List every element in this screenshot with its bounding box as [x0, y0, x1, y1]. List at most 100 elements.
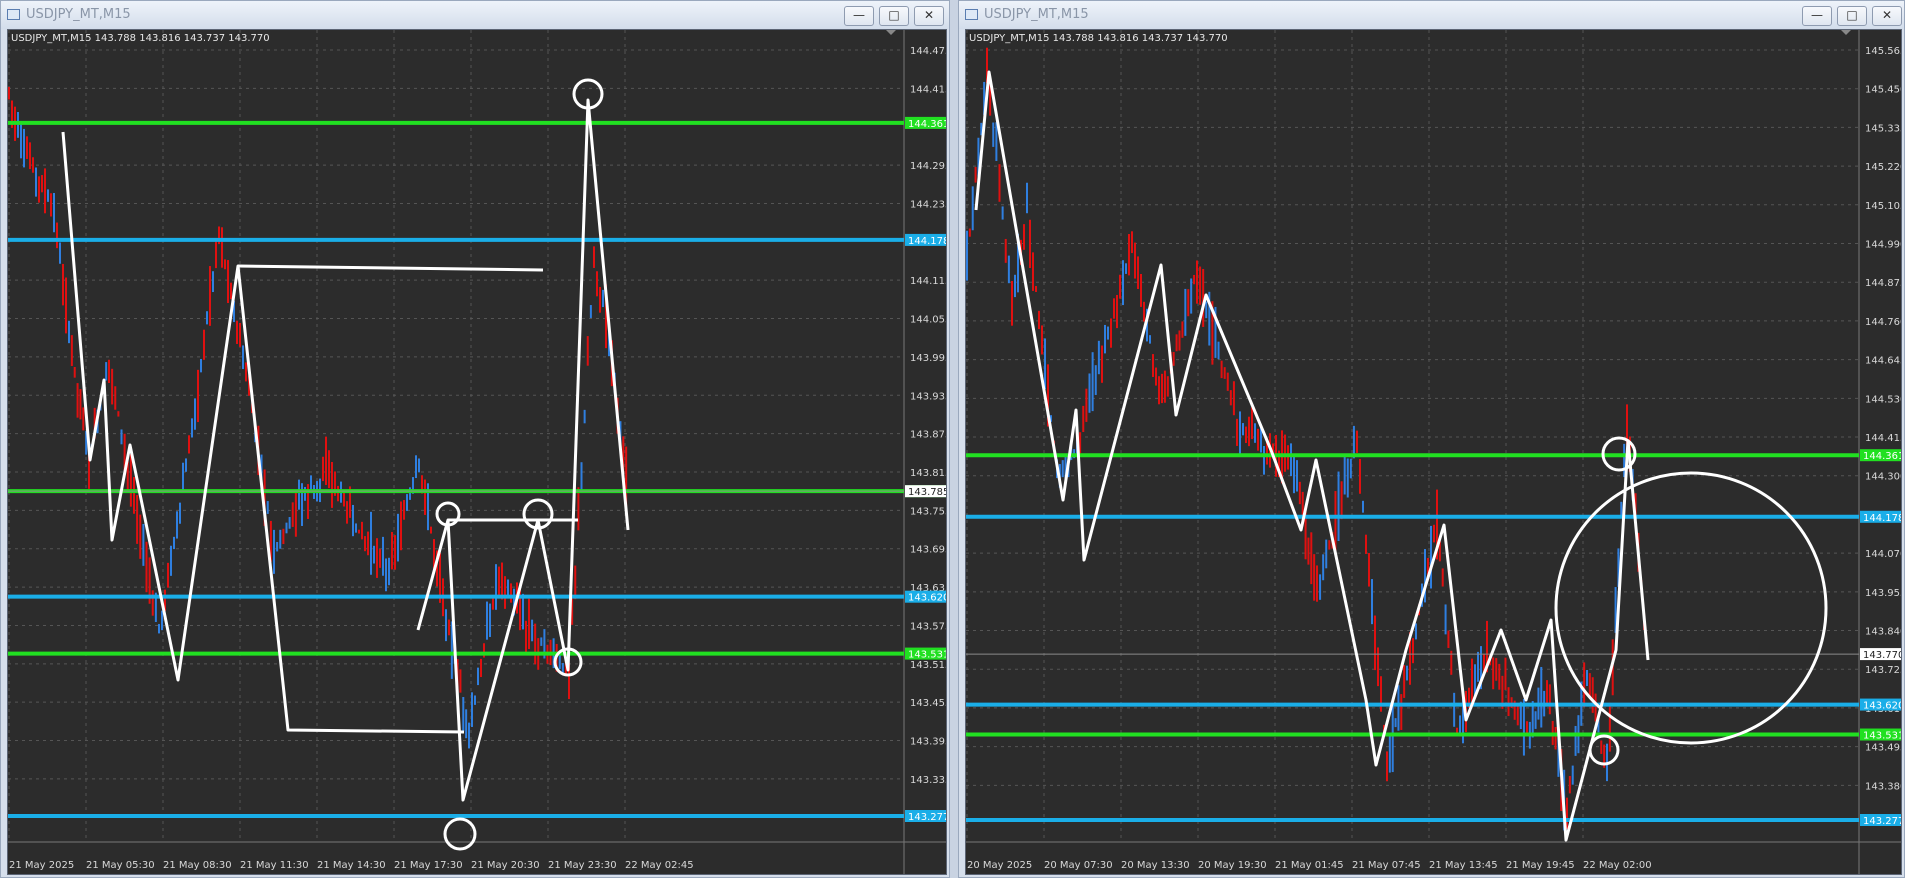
candlestick	[501, 562, 503, 600]
candlestick	[448, 619, 450, 636]
time-axis-label: 21 May 19:45	[1506, 860, 1575, 871]
minimize-button[interactable]: —	[844, 6, 874, 26]
candlestick	[1433, 524, 1435, 543]
candlestick	[1568, 776, 1571, 794]
candlestick	[391, 531, 393, 570]
candlestick	[459, 669, 462, 693]
candlestick	[602, 289, 604, 308]
close-button[interactable]: ✕	[914, 6, 944, 26]
candlestick	[528, 598, 530, 650]
candlestick	[1175, 334, 1178, 352]
candlestick	[266, 501, 269, 514]
minimize-button[interactable]: —	[1802, 6, 1832, 26]
candlestick	[352, 504, 354, 537]
current-price-label: 143.770	[1863, 650, 1902, 661]
title-bar[interactable]: USDJPY_MT,M15 — □ ✕	[959, 1, 1904, 29]
ellipse-drawing[interactable]	[1554, 471, 1828, 745]
ellipse-drawing[interactable]	[443, 817, 477, 851]
chart-window-left[interactable]: USDJPY_MT,M15 — □ ✕ 144.475 144.415 144.29…	[0, 0, 950, 878]
candlestick	[1158, 376, 1160, 405]
candlestick	[1406, 665, 1408, 681]
candlestick	[1362, 500, 1364, 513]
chart-window-icon	[7, 9, 20, 20]
candlestick	[376, 538, 378, 578]
zigzag-line[interactable]	[416, 98, 630, 802]
candlestick	[583, 409, 586, 424]
candlestick	[1349, 458, 1352, 479]
price-axis-label: 143.935	[910, 391, 947, 402]
candlestick	[1242, 423, 1244, 436]
candlestick	[1263, 445, 1265, 475]
candlestick	[197, 369, 199, 423]
time-axis-label: 22 May 02:00	[1583, 860, 1652, 871]
candlestick	[1134, 242, 1136, 279]
price-chart[interactable]: 145.565 145.450 145.335 145.220 145.105 144.9…	[965, 29, 1902, 875]
price-axis-label: 144.530	[1865, 394, 1902, 405]
candlestick	[1140, 274, 1142, 307]
candlestick	[361, 521, 363, 540]
candlestick	[1371, 579, 1373, 625]
price-axis-label: 145.565	[1865, 46, 1902, 57]
candlestick	[430, 526, 432, 534]
candlestick	[561, 663, 564, 674]
candlestick	[388, 557, 390, 586]
candlestick	[534, 623, 537, 665]
candlestick	[1492, 657, 1495, 690]
candlestick	[1029, 219, 1031, 269]
candlestick	[998, 164, 1001, 202]
chart-canvas[interactable]: 145.565 145.450 145.335 145.220 145.105 144.9…	[966, 30, 1902, 875]
candlestick	[1152, 354, 1154, 377]
candlestick	[406, 494, 408, 511]
level-price-label: 143.277	[1863, 816, 1902, 827]
close-button[interactable]: ✕	[1872, 6, 1902, 26]
candlestick	[1447, 630, 1450, 648]
candlestick	[1094, 365, 1097, 395]
chart-shift-marker[interactable]	[886, 30, 896, 35]
candlestick	[1007, 255, 1010, 284]
chart-canvas[interactable]: 144.475 144.415 144.295 144.235 144.178 144.1…	[8, 30, 947, 875]
candlestick	[1534, 711, 1537, 729]
time-axis-label: 21 May 23:30	[548, 860, 617, 871]
chart-shift-marker[interactable]	[1841, 30, 1851, 35]
candlestick	[1325, 539, 1328, 569]
candlestick	[507, 579, 509, 596]
candlestick	[23, 128, 25, 168]
candlestick	[1400, 694, 1403, 730]
candlestick	[1232, 381, 1235, 416]
candlestick	[1316, 565, 1318, 602]
candlestick	[1359, 458, 1361, 494]
price-axis-label: 145.220	[1865, 162, 1902, 173]
candlestick	[242, 345, 244, 370]
price-axis-label: 144.415	[910, 84, 947, 95]
candlestick	[1161, 373, 1163, 404]
price-axis-label: 145.450	[1865, 85, 1902, 96]
candlestick	[1554, 726, 1557, 750]
candlestick	[1220, 360, 1223, 379]
candlestick	[1038, 310, 1040, 330]
level-price-label: 144.361	[1863, 451, 1902, 462]
candlestick	[1388, 736, 1391, 773]
candlestick	[373, 545, 375, 564]
candlestick	[1223, 367, 1226, 379]
price-axis-label: 144.115	[910, 276, 947, 287]
chart-window-right[interactable]: USDJPY_MT,M15 — □ ✕ 145.565 145.450 145.33…	[958, 0, 1905, 878]
zigzag-line[interactable]	[1626, 439, 1650, 661]
time-axis-label: 21 May 17:30	[394, 860, 463, 871]
zigzag-line[interactable]	[61, 131, 465, 734]
candlestick	[111, 368, 114, 405]
maximize-button[interactable]: □	[879, 6, 909, 26]
candlestick	[1193, 274, 1196, 285]
candlestick	[1307, 537, 1310, 565]
candlestick	[245, 362, 247, 382]
candlestick	[1441, 568, 1444, 587]
candlestick	[1110, 318, 1112, 348]
title-bar[interactable]: USDJPY_MT,M15 — □ ✕	[1, 1, 949, 29]
price-chart[interactable]: 144.475 144.415 144.295 144.235 144.178 144.1…	[7, 29, 947, 875]
maximize-button[interactable]: □	[1837, 6, 1867, 26]
current-price-label: 143.785	[908, 487, 947, 498]
candlestick	[50, 193, 52, 217]
candlestick	[73, 366, 76, 378]
candlestick	[355, 523, 357, 533]
trend-line[interactable]	[237, 264, 544, 272]
candlestick	[1588, 673, 1591, 697]
